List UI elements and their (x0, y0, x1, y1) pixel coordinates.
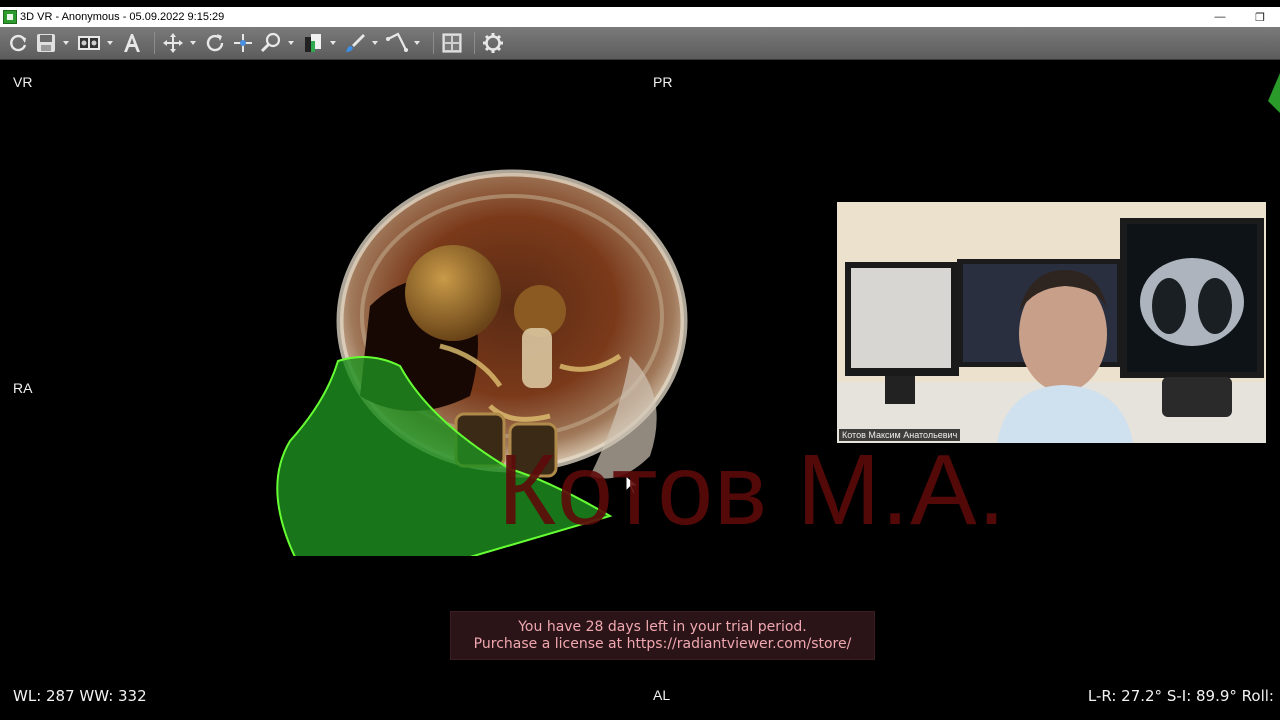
window-controls: — ❐ (1200, 7, 1280, 27)
pan-button[interactable] (161, 29, 185, 57)
move-icon (234, 34, 252, 52)
trial-banner[interactable]: You have 28 days left in your trial peri… (450, 611, 875, 660)
orientation-marker (1268, 73, 1280, 113)
toolbar-separator (154, 32, 155, 54)
vr-viewport[interactable]: VR PR RA AL WL: 287 WW: 332 L-R: 27.2° S… (0, 61, 1280, 720)
toolbar-separator (433, 32, 434, 54)
grid-button[interactable] (440, 29, 464, 57)
trial-days-text: You have 28 days left in your trial peri… (518, 618, 807, 635)
layout-icon (78, 36, 100, 50)
refresh-button[interactable] (6, 29, 30, 57)
window-level-icon (305, 34, 321, 52)
restore-button[interactable]: ❐ (1240, 7, 1280, 27)
aorta-structure (405, 245, 501, 341)
grid-icon (442, 33, 462, 53)
orientation-bottom-label: AL (653, 687, 671, 703)
zoom-dropdown[interactable] (287, 29, 295, 57)
minimize-button[interactable]: — (1200, 7, 1240, 27)
settings-button[interactable] (481, 29, 505, 57)
brush-icon (346, 34, 365, 52)
zoom-button[interactable] (259, 29, 283, 57)
pan-icon (163, 33, 183, 53)
text-annotation-button[interactable] (120, 29, 144, 57)
layout-dropdown[interactable] (106, 29, 114, 57)
webcam-scene (837, 202, 1266, 443)
spine-structure (522, 328, 552, 388)
measure-button[interactable] (385, 29, 409, 57)
letterbox-top (0, 0, 1280, 7)
app-icon (3, 10, 17, 24)
brush-dropdown[interactable] (371, 29, 379, 57)
watermark-text: Котов М.А. (498, 434, 1007, 546)
refresh-icon (10, 34, 27, 52)
toolbar (0, 27, 1280, 60)
text-annotation-icon (124, 34, 140, 52)
zoom-icon (260, 32, 281, 53)
move-button[interactable] (231, 29, 255, 57)
measure-dropdown[interactable] (413, 29, 421, 57)
window-level-readout: WL: 287 WW: 332 (13, 687, 147, 705)
participant-name-label: Котов Максим Анатольевич (839, 429, 961, 441)
orientation-left-label: RA (13, 380, 33, 396)
save-button[interactable] (34, 29, 58, 57)
save-dropdown[interactable] (62, 29, 70, 57)
rotation-angles-readout: L-R: 27.2° S-I: 89.9° Roll: (1087, 687, 1274, 705)
title-bar: 3D VR - Anonymous - 05.09.2022 9:15:29 —… (0, 7, 1280, 27)
window-title: 3D VR - Anonymous - 05.09.2022 9:15:29 (20, 11, 225, 23)
view-mode-label: VR (13, 74, 33, 90)
toolbar-separator (474, 32, 475, 54)
rotate-icon (206, 34, 224, 52)
rotate-button[interactable] (203, 29, 227, 57)
layout-button[interactable] (76, 29, 102, 57)
orientation-top-label: PR (653, 74, 673, 90)
save-icon (37, 34, 55, 52)
pan-dropdown[interactable] (189, 29, 197, 57)
window-level-button[interactable] (301, 29, 325, 57)
settings-icon (483, 33, 503, 53)
window-level-dropdown[interactable] (329, 29, 337, 57)
webcam-overlay: Котов Максим Анатольевич (837, 202, 1266, 443)
measure-icon (386, 32, 408, 52)
trial-license-link[interactable]: Purchase a license at https://radiantvie… (474, 636, 852, 653)
brush-button[interactable] (343, 29, 367, 57)
